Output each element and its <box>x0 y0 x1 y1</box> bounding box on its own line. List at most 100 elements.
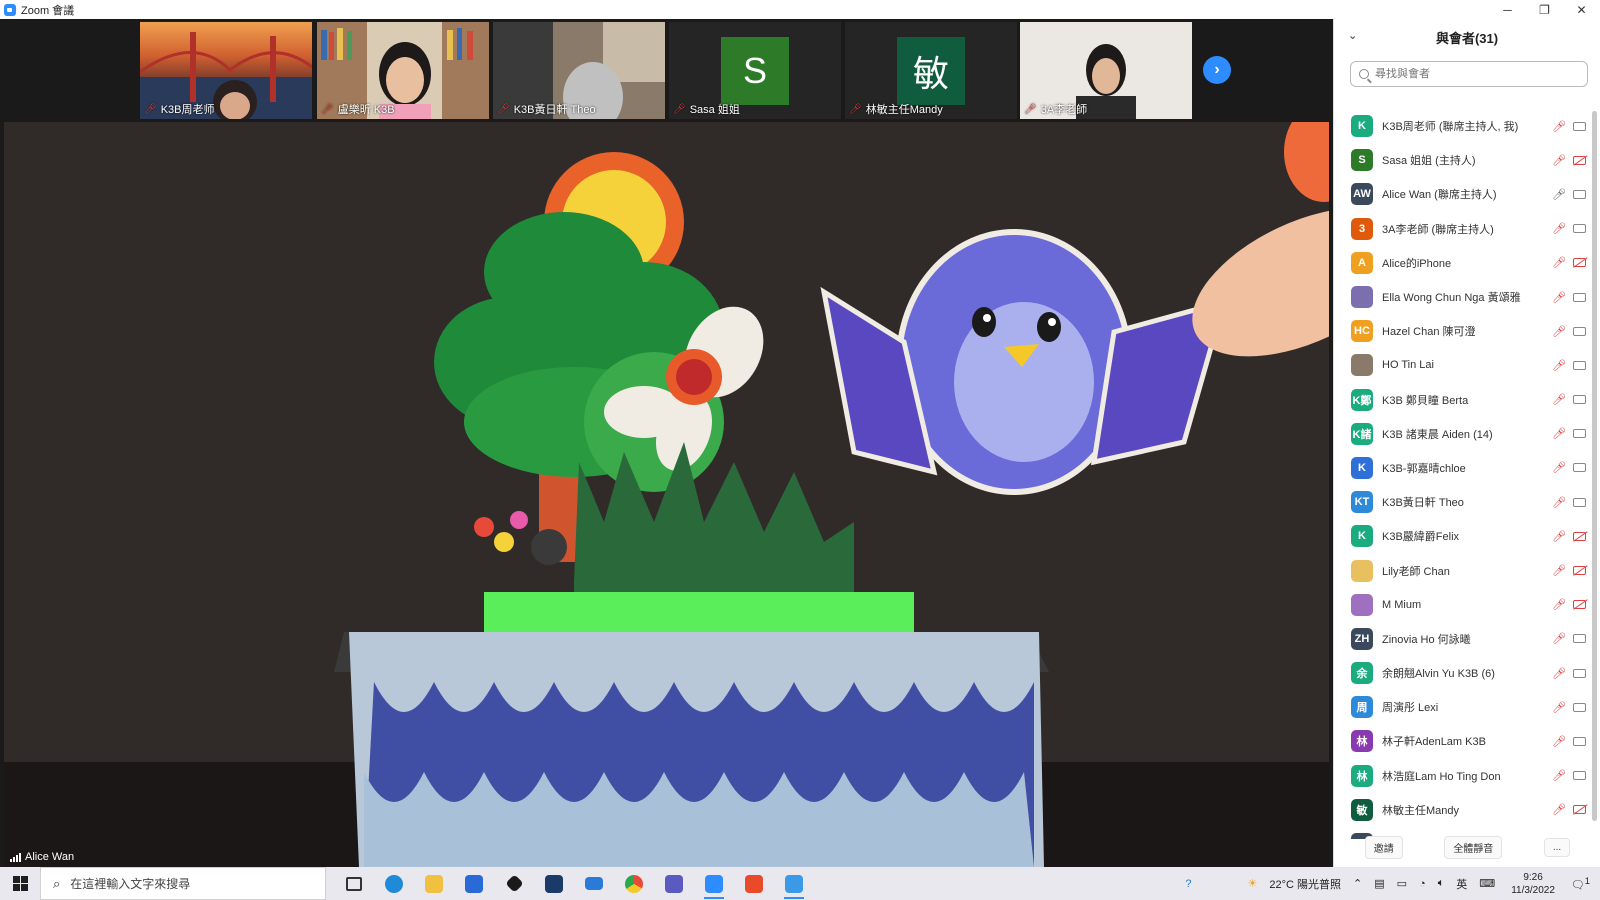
muted-mic-icon[interactable]: 🎤︎ <box>1552 598 1566 611</box>
active-speaker-video[interactable]: Alice Wan <box>4 122 1329 867</box>
muted-mic-icon[interactable]: 🎤︎ <box>1552 496 1566 509</box>
camera-icon[interactable] <box>1573 360 1586 370</box>
camera-icon[interactable] <box>1573 771 1586 781</box>
chevron-up-icon[interactable]: ⌃ <box>1353 877 1362 890</box>
video-tile[interactable]: 🎤︎ K3B周老师 <box>140 22 312 119</box>
camera-off-icon[interactable] <box>1573 805 1586 815</box>
muted-mic-icon[interactable]: 🎤︎ <box>1552 291 1566 304</box>
video-tile[interactable]: 🎤︎ 3A李老師 <box>1020 22 1192 119</box>
participant-row[interactable]: 余余朗翹Alvin Yu K3B (6) 🎤︎ <box>1334 656 1592 690</box>
participant-search[interactable] <box>1350 61 1588 87</box>
camera-icon[interactable] <box>1573 121 1586 131</box>
clock[interactable]: 9:26 11/3/2022 <box>1511 871 1555 897</box>
muted-mic-icon[interactable]: 🎤︎ <box>1552 461 1566 474</box>
camera-icon[interactable] <box>1573 668 1586 678</box>
muted-mic-icon[interactable]: 🎤︎ <box>1552 769 1566 782</box>
file-explorer-button[interactable] <box>414 867 454 900</box>
camera-icon[interactable] <box>1573 292 1586 302</box>
video-tile[interactable]: 🎤︎ K3B黃日軒 Theo <box>493 22 665 119</box>
participant-row[interactable]: HC Hazel Chan 陳可澄 🎤︎ <box>1334 314 1592 348</box>
muted-mic-icon[interactable]: 🎤︎ <box>1552 359 1566 372</box>
participant-row[interactable]: AW Alice Wan (聯席主持人) 🎤︎ <box>1334 177 1592 211</box>
muted-mic-icon[interactable]: 🎤︎ <box>1552 256 1566 269</box>
participant-row[interactable]: 周周演彤 Lexi 🎤︎ <box>1334 690 1592 724</box>
participant-row[interactable]: K鄭 K3B 鄭貝瞳 Berta 🎤︎ <box>1334 383 1592 417</box>
teams-button[interactable] <box>654 867 694 900</box>
camera-icon[interactable] <box>1573 736 1586 746</box>
muted-mic-icon[interactable]: 🎤︎ <box>1552 803 1566 816</box>
participant-row[interactable]: HO Tin Lai 🎤︎ <box>1334 348 1592 382</box>
camera-off-icon[interactable] <box>1573 155 1586 165</box>
video-tile[interactable]: 敏 🎤︎ 林敏主任Mandy <box>845 22 1017 119</box>
help-icon[interactable]: ? <box>1185 878 1191 890</box>
muted-mic-icon[interactable]: 🎤︎ <box>1552 564 1566 577</box>
office-button[interactable] <box>734 867 774 900</box>
keyboard-icon[interactable]: ⌨ <box>1479 877 1495 890</box>
participant-row[interactable]: K諸 K3B 諸東晨 Aiden (14) 🎤︎ <box>1334 417 1592 451</box>
next-page-button[interactable]: › <box>1203 56 1231 84</box>
task-view-button[interactable] <box>334 867 374 900</box>
close-button[interactable]: ✕ <box>1563 0 1600 19</box>
participant-row[interactable]: K K3B周老师 (聯席主持人, 我) 🎤︎ <box>1334 109 1592 143</box>
camera-icon[interactable] <box>1573 634 1586 644</box>
camera-icon[interactable] <box>1573 463 1586 473</box>
video-tile[interactable]: 🎤︎ 盧樂昕 K3B <box>317 22 489 119</box>
dropbox-button[interactable] <box>494 867 534 900</box>
store-button[interactable] <box>454 867 494 900</box>
participant-row[interactable]: KT K3B黃日軒 Theo 🎤︎ <box>1334 485 1592 519</box>
muted-mic-icon[interactable]: 🎤︎ <box>1552 632 1566 645</box>
muted-mic-icon[interactable]: 🎤︎ <box>1552 530 1566 543</box>
muted-mic-icon[interactable]: 🎤︎ <box>1552 427 1566 440</box>
wifi-icon[interactable]: ◔ <box>1419 878 1426 890</box>
network-icon[interactable]: ▤ <box>1374 877 1384 890</box>
participant-row[interactable]: 林林子軒AdenLam K3B 🎤︎ <box>1334 724 1592 758</box>
participant-row[interactable]: 3 3A李老師 (聯席主持人) 🎤︎ <box>1334 212 1592 246</box>
muted-mic-icon[interactable]: 🎤︎ <box>1552 154 1566 167</box>
participant-row[interactable]: Ella Wong Chun Nga 黃頌雅 🎤︎ <box>1334 280 1592 314</box>
search-input[interactable] <box>1375 68 1575 80</box>
camera-icon[interactable] <box>1573 326 1586 336</box>
chrome-button[interactable] <box>614 867 654 900</box>
volume-icon[interactable]: 🔈︎ <box>1438 877 1445 890</box>
participant-row[interactable]: K K3B嚴緯爵Felix 🎤︎ <box>1334 519 1592 553</box>
muted-mic-icon[interactable]: 🎤︎ <box>1552 667 1566 680</box>
camera-icon[interactable] <box>1573 702 1586 712</box>
weather-text[interactable]: 22°C 陽光普照 <box>1269 876 1341 892</box>
participant-row[interactable]: ZH Zinovia Ho 何詠曦 🎤︎ <box>1334 622 1592 656</box>
camera-icon[interactable] <box>1573 224 1586 234</box>
participant-row[interactable]: K K3B-郭嘉晴chloe 🎤︎ <box>1334 451 1592 485</box>
scrollbar[interactable] <box>1592 111 1597 821</box>
edge-button[interactable] <box>374 867 414 900</box>
camera-icon[interactable] <box>1573 189 1586 199</box>
participant-row[interactable]: M Mium 🎤︎ <box>1334 588 1592 622</box>
participant-row[interactable]: Lily老師 Chan 🎤︎ <box>1334 553 1592 587</box>
notification-icon[interactable]: 🗨︎1 <box>1571 876 1590 892</box>
muted-mic-icon[interactable]: 🎤︎ <box>1552 325 1566 338</box>
more-options-button[interactable]: ... <box>1543 837 1571 857</box>
app-button[interactable] <box>534 867 574 900</box>
battery-icon[interactable]: ▭ <box>1397 877 1407 890</box>
camera-off-icon[interactable] <box>1573 531 1586 541</box>
ime-indicator[interactable]: 英 <box>1456 876 1467 892</box>
restore-button[interactable]: ❐ <box>1526 0 1563 19</box>
mute-all-button[interactable]: 全體靜音 <box>1444 835 1503 859</box>
participant-row[interactable]: A Alice的iPhone 🎤︎ <box>1334 246 1592 280</box>
muted-mic-icon[interactable]: 🎤︎ <box>1552 120 1566 133</box>
muted-mic-icon[interactable]: 🎤︎ <box>1552 701 1566 714</box>
whiteboard-button[interactable] <box>774 867 814 900</box>
camera-icon[interactable] <box>1573 429 1586 439</box>
invite-button[interactable]: 邀請 <box>1364 835 1403 859</box>
muted-mic-icon[interactable]: 🎤︎ <box>1552 222 1566 235</box>
camera-off-icon[interactable] <box>1573 566 1586 576</box>
video-tile[interactable]: S 🎤︎ Sasa 姐姐 <box>669 22 841 119</box>
collapse-chevron-icon[interactable]: ⌄ <box>1348 29 1357 42</box>
participant-row[interactable]: S Sasa 姐姐 (主持人) 🎤︎ <box>1334 143 1592 177</box>
zoom-taskbar-button[interactable] <box>694 867 734 900</box>
start-button[interactable] <box>0 867 40 900</box>
participant-row[interactable]: 林林浩庭Lam Ho Ting Don 🎤︎ <box>1334 759 1592 793</box>
camera-icon[interactable] <box>1573 497 1586 507</box>
minimize-button[interactable]: ─ <box>1489 0 1526 19</box>
mail-button[interactable] <box>574 867 614 900</box>
participant-row[interactable]: 敏林敏主任Mandy 🎤︎ <box>1334 793 1592 827</box>
camera-off-icon[interactable] <box>1573 258 1586 268</box>
